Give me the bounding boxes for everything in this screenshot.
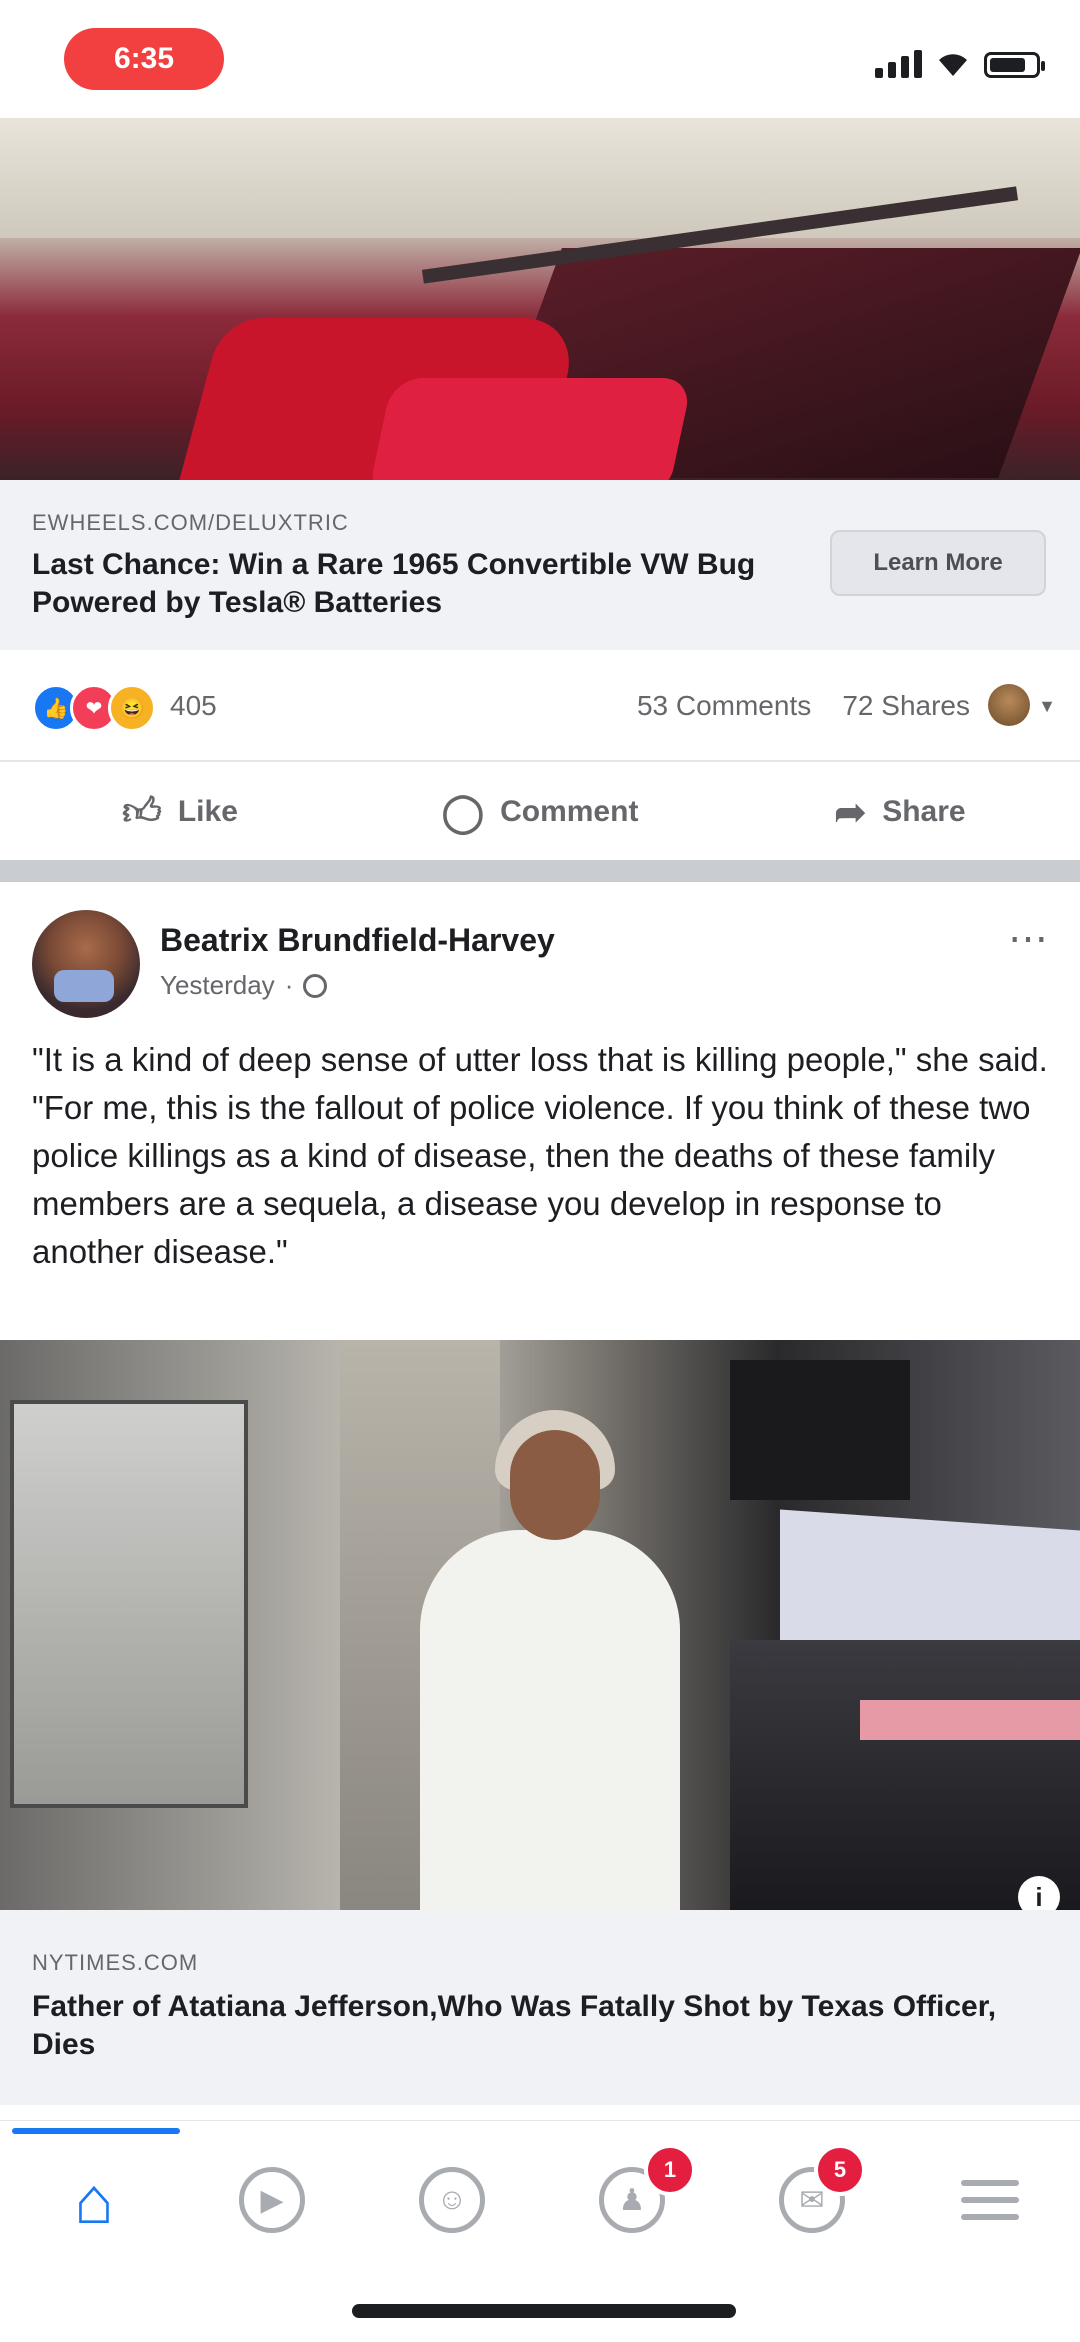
globe-icon: [303, 973, 328, 998]
more-options-button[interactable]: ⋯: [1008, 916, 1050, 962]
system-icons: [875, 48, 1045, 78]
home-indicator[interactable]: [352, 2304, 736, 2318]
comments-shares-count[interactable]: 53 Comments 72 Shares: [637, 690, 970, 722]
post-action-bar: 👍︎ Like ◯ Comment ➦ Share: [0, 760, 1080, 862]
comments-count[interactable]: 53 Comments: [637, 690, 811, 721]
status-time: 6:35: [64, 28, 224, 90]
link-preview-1[interactable]: EWHEELS.COM/DELUXTRIC Last Chance: Win a…: [0, 480, 1080, 650]
bottom-tab-bar: [0, 2120, 1080, 2271]
link-preview-2[interactable]: NYTIMES.COM Father of Atatiana Jefferson…: [0, 1910, 1080, 2105]
reaction-icons: 👍 ❤ 😆: [32, 684, 156, 732]
tab-watch[interactable]: ▶: [212, 2150, 332, 2250]
tab-home[interactable]: ⌂: [34, 2150, 154, 2250]
haha-reaction-icon: 😆: [108, 684, 156, 732]
feed-separator: [0, 860, 1080, 882]
friends-badge: 1: [644, 2144, 696, 2196]
convertible-car-image[interactable]: [0, 118, 1080, 480]
notifications-badge: 5: [814, 2144, 866, 2196]
lab-coat-person-image[interactable]: [0, 1340, 1080, 1910]
link-domain: NYTIMES.COM: [32, 1950, 199, 1975]
battery-icon: [984, 52, 1045, 78]
comment-bubble-icon: ◯: [441, 791, 485, 834]
share-arrow-icon: ➦: [834, 791, 867, 834]
link-domain: EWHEELS.COM/DELUXTRIC: [32, 510, 349, 535]
reaction-count: 405: [170, 690, 217, 721]
link-title: Father of Atatiana Jefferson,Who Was Fat…: [32, 1990, 997, 2061]
home-icon: ⌂: [74, 2163, 114, 2237]
hamburger-menu-icon: [961, 2180, 1019, 2220]
learn-more-button[interactable]: Learn More: [830, 530, 1046, 596]
like-button[interactable]: 👍︎ Like: [0, 762, 360, 862]
groups-icon: ☺: [419, 2167, 485, 2233]
post-time[interactable]: Yesterday: [160, 970, 275, 1001]
share-button[interactable]: ➦ Share: [720, 762, 1080, 862]
viewer-avatar[interactable]: [988, 684, 1030, 726]
author-avatar[interactable]: [32, 910, 140, 1018]
comment-button[interactable]: ◯ Comment: [360, 762, 720, 862]
tab-friends[interactable]: ♟ 1: [572, 2144, 696, 2250]
tab-menu[interactable]: [930, 2150, 1050, 2250]
link-title: Last Chance: Win a Rare 1965 Convertible…: [32, 548, 756, 619]
status-bar: 6:35: [0, 0, 1080, 118]
post-body-text: "It is a kind of deep sense of utter los…: [32, 1041, 1048, 1270]
post-author-name[interactable]: Beatrix Brundfield-Harvey: [160, 922, 555, 959]
tab-groups[interactable]: ☺: [392, 2150, 512, 2250]
post-meta: Yesterday ·: [160, 970, 328, 1001]
signal-icon: [875, 48, 922, 78]
chevron-down-icon[interactable]: ▼: [1038, 696, 1056, 717]
reactions-summary[interactable]: 👍 ❤ 😆 405 53 Comments 72 Shares ▼: [0, 660, 1080, 750]
wifi-icon: [939, 54, 967, 76]
tab-notifications[interactable]: ✉ 5: [752, 2144, 872, 2250]
watch-icon: ▶: [239, 2167, 305, 2233]
shares-count[interactable]: 72 Shares: [842, 690, 970, 721]
active-tab-indicator: [12, 2128, 180, 2134]
thumbs-up-icon: 👍︎: [122, 790, 162, 833]
